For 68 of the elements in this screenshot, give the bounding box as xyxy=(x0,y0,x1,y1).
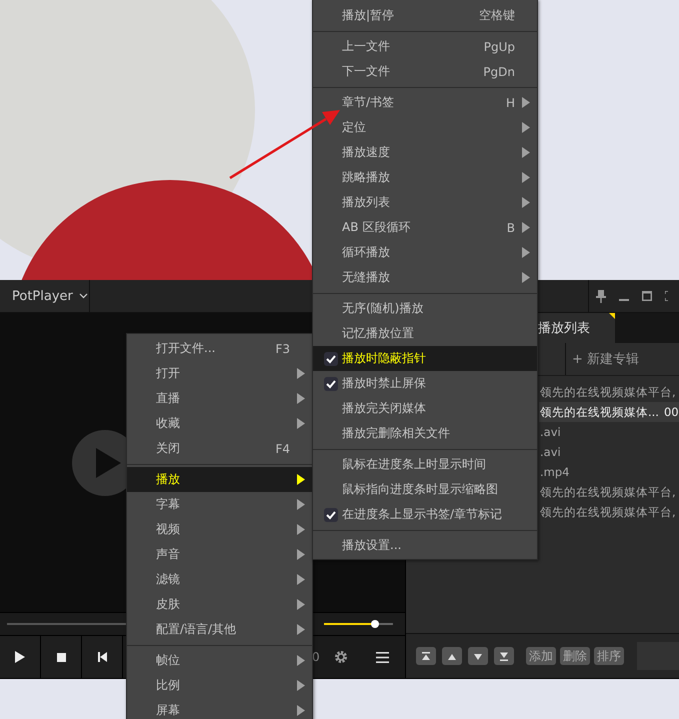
menu-item[interactable]: 鼠标指向进度条时显示缩略图 xyxy=(313,477,537,502)
playlist-row[interactable]: .mp4 xyxy=(539,462,679,482)
new-album-button[interactable]: + 新建专辑 xyxy=(565,343,640,375)
menu-item[interactable]: 记忆播放位置 xyxy=(313,321,537,346)
menu-item[interactable]: 播放 xyxy=(127,467,312,492)
move-bottom-button[interactable] xyxy=(494,647,514,665)
previous-icon xyxy=(98,652,106,662)
menu-item[interactable]: 视频 xyxy=(127,517,312,542)
corner-marker-icon xyxy=(609,313,615,319)
settings-icon[interactable] xyxy=(334,650,348,664)
menu-item[interactable]: 章节/书签 H xyxy=(313,90,537,115)
menu-item[interactable]: 播放时禁止屏保 xyxy=(313,371,537,396)
menu-item[interactable]: 关闭 F4 xyxy=(127,436,312,461)
playlist-action-button[interactable]: 删除 xyxy=(560,647,590,665)
stop-icon xyxy=(56,652,66,662)
play-icon xyxy=(15,651,25,663)
menu-item[interactable]: 打开 xyxy=(127,361,312,386)
playlist-row[interactable]: .avi xyxy=(539,422,679,442)
move-up-button[interactable] xyxy=(442,647,462,665)
menu-item[interactable]: 直播 xyxy=(127,386,312,411)
menu-item[interactable]: 循环播放 xyxy=(313,240,537,265)
menu-item[interactable]: 播放速度 xyxy=(313,140,537,165)
menu-item[interactable]: 无缝播放 xyxy=(313,265,537,290)
menu-item[interactable]: 播放设置... xyxy=(313,533,537,558)
menu-item[interactable]: 鼠标在进度条上时显示时间 xyxy=(313,452,537,477)
play-button[interactable] xyxy=(0,636,41,678)
menu-item[interactable]: 帧位 xyxy=(127,648,312,673)
menu-item[interactable]: 播放|暂停 空格键 xyxy=(313,3,537,28)
stop-button[interactable] xyxy=(41,636,82,678)
time-text: 0 xyxy=(312,650,320,664)
menu-item[interactable]: 皮肤 xyxy=(127,592,312,617)
playlist-row[interactable]: .avi xyxy=(539,442,679,462)
menu-item[interactable]: 屏幕 xyxy=(127,698,312,719)
pin-icon[interactable] xyxy=(596,290,606,302)
menu-item[interactable]: 无序(随机)播放 xyxy=(313,296,537,321)
menu-item[interactable]: 下一文件 PgDn xyxy=(313,59,537,84)
menu-item[interactable]: 滤镜 xyxy=(127,567,312,592)
menu-item[interactable]: 配置/语言/其他 xyxy=(127,617,312,642)
menu-item[interactable]: 收藏 xyxy=(127,411,312,436)
menu-item[interactable]: 播放完关闭媒体 xyxy=(313,396,537,421)
menu-item[interactable]: 上一文件 PgUp xyxy=(313,34,537,59)
menu-item[interactable]: 跳略播放 xyxy=(313,165,537,190)
move-down-button[interactable] xyxy=(468,647,488,665)
menu-item[interactable]: 在进度条上显示书签/章节标记 xyxy=(313,502,537,527)
maximize-icon[interactable] xyxy=(642,291,652,301)
volume-thumb[interactable] xyxy=(371,620,380,628)
menu-item[interactable]: 定位 xyxy=(313,115,537,140)
chevron-down-icon xyxy=(78,293,88,299)
move-top-button[interactable] xyxy=(416,647,436,665)
menu-item[interactable]: 打开文件... F3 xyxy=(127,336,312,361)
menu-icon[interactable] xyxy=(376,652,389,662)
menu-item[interactable]: AB 区段循环 B xyxy=(313,215,537,240)
playlist-row[interactable]: 领先的在线视频媒体平台, xyxy=(539,482,679,502)
menu-item[interactable]: 播放列表 xyxy=(313,190,537,215)
playlist-row[interactable]: 领先的在线视频媒体... 00 xyxy=(539,402,679,422)
playlist-action-button[interactable]: 排序 xyxy=(594,647,624,665)
menu-item[interactable]: 字幕 xyxy=(127,492,312,517)
move-top-icon xyxy=(420,650,432,662)
menu-item[interactable]: 播放完删除相关文件 xyxy=(313,421,537,446)
playlist-action-button[interactable]: 添加 xyxy=(526,647,556,665)
playlist-row[interactable]: 领先的在线视频媒体平台, xyxy=(539,382,679,402)
menu-item[interactable]: 播放时隐蔽指针 xyxy=(313,346,537,371)
move-bottom-icon xyxy=(498,650,510,662)
previous-button[interactable] xyxy=(82,636,123,678)
menu-item[interactable]: 比例 xyxy=(127,673,312,698)
playlist-tab[interactable]: 播放列表 xyxy=(535,313,615,343)
playlist-row[interactable]: 领先的在线视频媒体平台, xyxy=(539,502,679,522)
menu-item[interactable]: 声音 xyxy=(127,542,312,567)
